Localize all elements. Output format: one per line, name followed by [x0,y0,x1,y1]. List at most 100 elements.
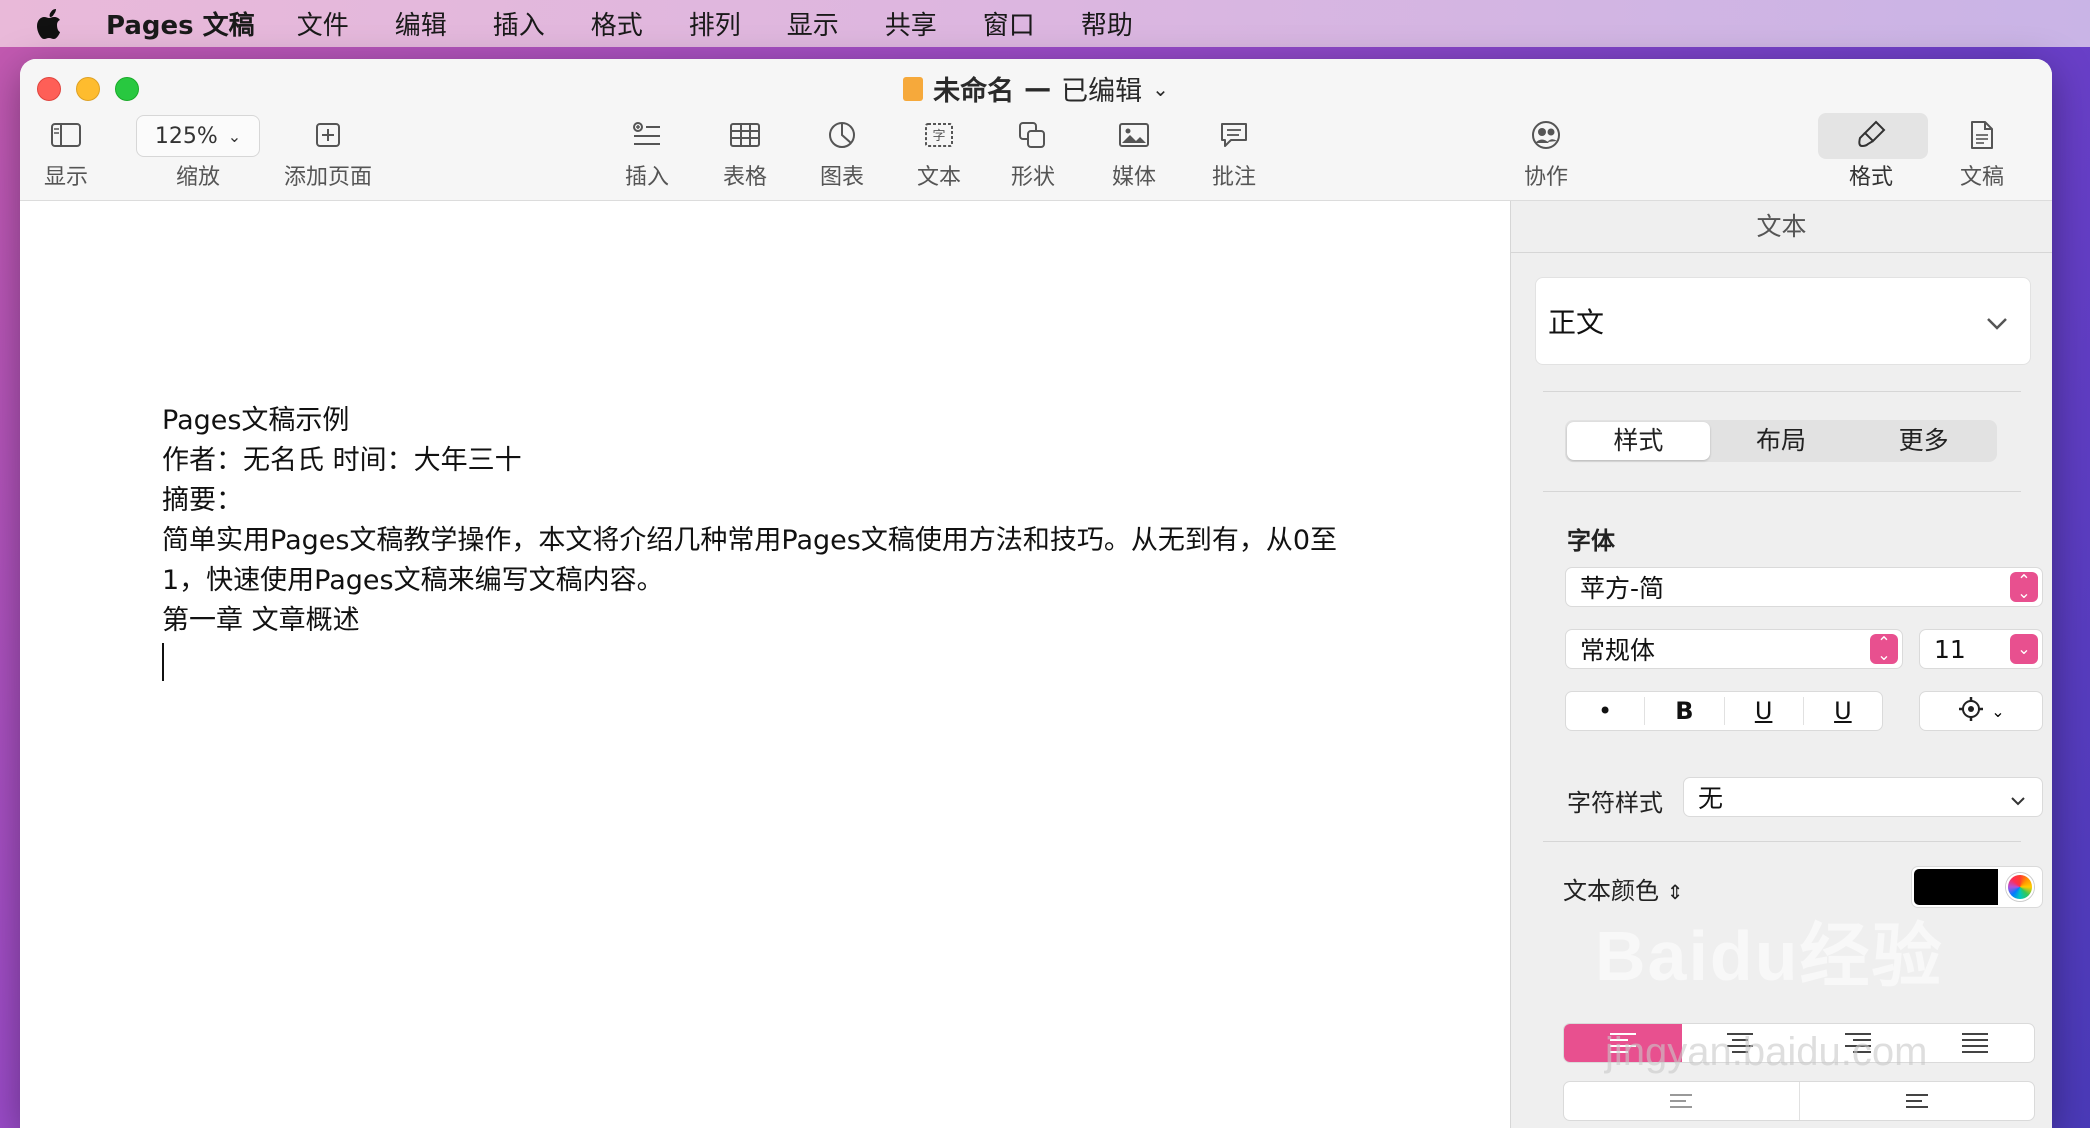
shape-label: 形状 [1011,165,1056,190]
zoom-value: 125% [154,123,218,149]
add-page-button[interactable]: 添加页面 [284,117,372,191]
typeface-select[interactable]: 常规体 ⌃ ⌄ [1565,629,1903,669]
photo-icon [1119,117,1149,153]
doc-line: 第一章 文章概述 [162,605,360,636]
text-options-button[interactable]: ⌄ [1919,691,2043,731]
divider [1543,391,2021,392]
add-page-icon [315,117,341,153]
justify-icon [1962,1033,1989,1053]
color-wheel-icon[interactable] [2006,873,2034,901]
font-family-value: 苹方-简 [1580,574,1665,603]
increase-indent-button[interactable] [1798,1082,2035,1120]
paragraph-style-select[interactable]: 正文 [1535,277,2031,365]
indent-buttons [1563,1081,2035,1121]
char-style-label: 字符样式 [1567,789,1663,817]
bold-button[interactable]: B [1644,697,1723,725]
app-menu[interactable]: Pages 文稿 [106,5,255,42]
table-button[interactable]: 表格 [723,117,767,191]
view-label: 显示 [43,165,88,190]
insert-label: 插入 [625,165,670,190]
menu-format[interactable]: 格式 [591,5,643,42]
table-label: 表格 [723,165,768,190]
updown-chevron-icon: ⌃ ⌄ [2010,572,2038,602]
collaborate-button[interactable]: 协作 [1524,117,1568,191]
format-label: 格式 [1849,165,1894,190]
comment-icon [1219,117,1249,153]
menu-help[interactable]: 帮助 [1081,5,1133,42]
chevron-down-icon[interactable]: ⌄ [2010,634,2038,664]
font-size-value: 11 [1934,634,1966,664]
menu-view[interactable]: 显示 [787,5,839,42]
menu-window[interactable]: 窗口 [983,5,1035,42]
chevron-down-icon: ⌄ [1152,76,1169,101]
text-label: 文本 [917,165,962,190]
divider [1543,491,2021,492]
zoom-select[interactable]: 125% ⌄ [136,115,260,157]
typeface-value: 常规体 [1580,636,1656,665]
chevron-down-icon [2010,783,2038,812]
outdent-icon [1670,1094,1693,1108]
menu-insert[interactable]: 插入 [493,5,545,42]
zoom-control[interactable]: 125% ⌄ 缩放 [136,115,260,191]
tab-style[interactable]: 样式 [1567,422,1710,460]
title-separator: — [1024,73,1052,104]
doc-line: 摘要： [162,485,243,516]
document-name: 未命名 [933,76,1015,107]
tab-more[interactable]: 更多 [1852,422,1995,460]
inspector-tabs: 样式 布局 更多 [1565,420,1997,462]
document-label: 文稿 [1960,165,2005,190]
media-button[interactable]: 媒体 [1112,117,1156,191]
media-label: 媒体 [1112,165,1157,190]
char-style-select[interactable]: 无 [1683,777,2043,817]
chart-label: 图表 [820,165,865,190]
updown-chevron-icon: ⌃ ⌄ [1870,634,1898,664]
text-button[interactable]: 字 文本 [917,117,961,191]
indent-icon [1905,1094,1928,1108]
underline-button[interactable]: U [1723,697,1803,725]
view-button[interactable]: 显示 [36,117,96,191]
chevron-down-icon: ⌄ [1991,701,2005,721]
chevron-down-icon [1986,305,2008,338]
document-button[interactable]: 文稿 [1960,117,2004,191]
text-box-icon: 字 [924,117,954,153]
add-page-label: 添加页面 [284,165,373,190]
format-button[interactable]: 格式 [1849,117,1893,191]
paragraph-style-value: 正文 [1548,306,1605,339]
paintbrush-icon [1856,117,1886,153]
text-icon-glyph: 字 [932,129,945,144]
strikethrough-button[interactable]: U [1802,697,1882,725]
char-style-value: 无 [1698,784,1724,813]
font-section-label: 字体 [1567,527,1615,555]
watermark-url: jingyan.baidu.com [1605,1030,1928,1074]
menu-file[interactable]: 文件 [297,5,349,42]
justify-button[interactable] [1917,1024,2035,1062]
divider [1543,841,2021,842]
chart-button[interactable]: 图表 [820,117,864,191]
text-cursor [162,643,164,681]
chevron-down-icon: ⌄ [227,126,242,146]
document-status: 已编辑 [1061,76,1143,107]
doc-line: Pages文稿示例 [162,405,350,436]
apple-icon[interactable] [36,8,76,40]
decrease-indent-button[interactable] [1564,1082,1799,1120]
menu-arrange[interactable]: 排列 [689,5,741,42]
menu-bar: Pages 文稿 文件 编辑 插入 格式 排列 显示 共享 窗口 帮助 [0,0,2090,47]
sidebar-icon [51,117,81,153]
table-icon [730,117,760,153]
document-body[interactable]: Pages文稿示例 作者：无名氏 时间：大年三十 摘要： 简单实用Pages文稿… [162,401,1337,681]
comment-button[interactable]: 批注 [1212,117,1256,191]
shape-button[interactable]: 形状 [1011,117,1055,191]
insert-list-icon [632,117,662,153]
document-canvas[interactable]: Pages文稿示例 作者：无名氏 时间：大年三十 摘要： 简单实用Pages文稿… [20,201,1510,1128]
menu-edit[interactable]: 编辑 [395,5,447,42]
tab-layout[interactable]: 布局 [1710,422,1853,460]
font-size-field[interactable]: 11 ⌄ [1919,629,2043,669]
bullet-button[interactable]: • [1566,697,1644,725]
insert-button[interactable]: 插入 [625,117,669,191]
font-family-select[interactable]: 苹方-简 ⌃ ⌄ [1565,567,2043,607]
document-icon [1970,117,1994,153]
doc-line: 1，快速使用Pages文稿来编写文稿内容。 [162,565,664,596]
document-title[interactable]: 未命名 — 已编辑 ⌄ [20,69,2052,108]
menu-share[interactable]: 共享 [885,5,937,42]
doc-line: 简单实用Pages文稿教学操作，本文将介绍几种常用Pages文稿使用方法和技巧。… [162,525,1338,556]
